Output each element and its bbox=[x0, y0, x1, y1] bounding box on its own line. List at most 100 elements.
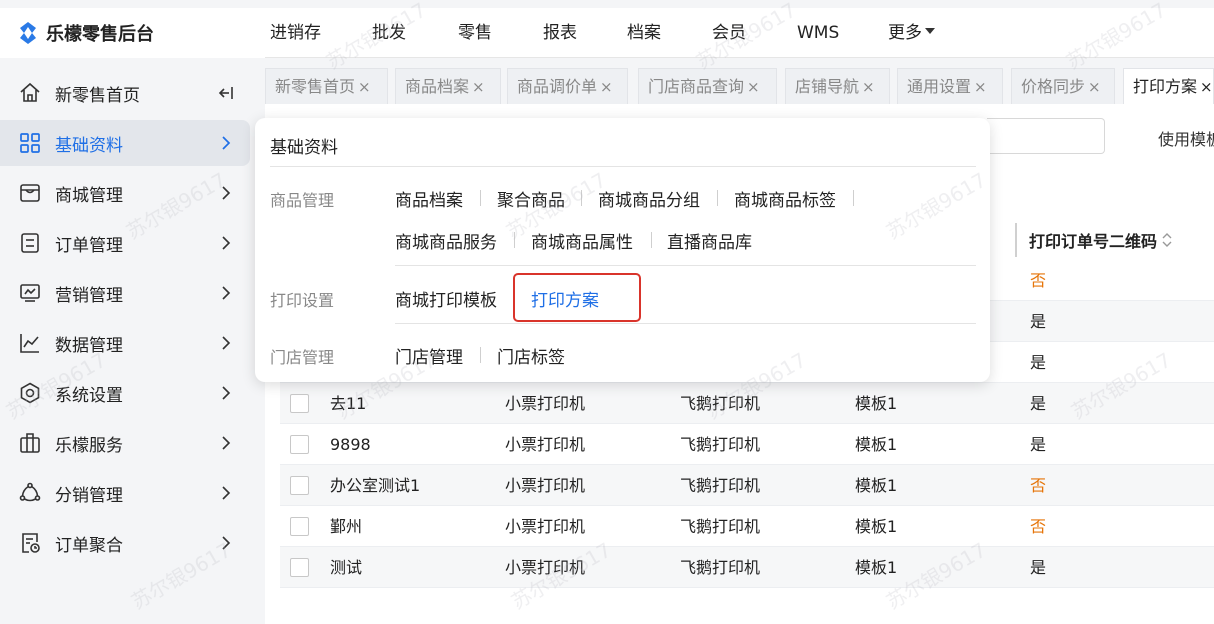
tab-label: 价格同步 bbox=[1021, 77, 1086, 96]
table-row[interactable]: 9898 小票打印机 飞鹅打印机 模板1 是 bbox=[280, 424, 1214, 465]
highlight-box bbox=[513, 273, 641, 322]
row-checkbox[interactable] bbox=[290, 435, 309, 454]
topnav-item-inventory[interactable]: 进销存 bbox=[270, 8, 321, 58]
row-checkbox[interactable] bbox=[290, 394, 309, 413]
panel-divider bbox=[395, 323, 976, 324]
close-icon[interactable]: × bbox=[747, 78, 760, 96]
menu-separator bbox=[581, 190, 582, 206]
menu-separator bbox=[480, 190, 481, 206]
close-icon[interactable]: × bbox=[1088, 78, 1101, 96]
close-icon[interactable]: × bbox=[600, 78, 613, 96]
column-header-qr[interactable]: 打印订单号二维码 bbox=[1015, 223, 1173, 257]
sidebar-label: 新零售首页 bbox=[55, 85, 140, 106]
order-icon bbox=[21, 233, 39, 253]
qr-cell: 否 bbox=[1030, 476, 1047, 495]
tab-price-sync[interactable]: 价格同步 × bbox=[1011, 68, 1115, 104]
chevron-right-icon bbox=[222, 186, 231, 200]
sidebar-item-mall[interactable]: 商城管理 bbox=[0, 170, 250, 216]
collapse-icon[interactable] bbox=[216, 83, 236, 103]
menu-separator bbox=[651, 232, 652, 248]
printer-cell: 飞鹅打印机 bbox=[680, 517, 761, 536]
group-label-store: 门店管理 bbox=[270, 348, 335, 367]
row-checkbox[interactable] bbox=[290, 558, 309, 577]
menu-item-mall-product-attribute[interactable]: 商城商品属性 bbox=[531, 228, 633, 253]
menu-item-aggregate-product[interactable]: 聚合商品 bbox=[497, 186, 565, 211]
tab-price-adjust[interactable]: 商品调价单 × bbox=[507, 68, 628, 104]
sidebar-label: 分销管理 bbox=[55, 485, 123, 506]
menu-item-store-management[interactable]: 门店管理 bbox=[395, 343, 463, 368]
sidebar-item-settings[interactable]: 系统设置 bbox=[0, 370, 250, 416]
tab-shop-navigation[interactable]: 店铺导航 × bbox=[785, 68, 890, 104]
menu-separator bbox=[717, 190, 718, 206]
menu-item-store-tag[interactable]: 门店标签 bbox=[497, 343, 565, 368]
home-icon bbox=[20, 82, 40, 102]
topnav-item-archives[interactable]: 档案 bbox=[627, 8, 661, 58]
sidebar-item-basic-data[interactable]: 基础资料 bbox=[0, 120, 250, 166]
search-input[interactable] bbox=[987, 118, 1105, 154]
sidebar-item-distribution[interactable]: 分销管理 bbox=[0, 470, 250, 516]
topnav-item-members[interactable]: 会员 bbox=[712, 8, 746, 58]
printer-cell: 飞鹅打印机 bbox=[680, 435, 761, 454]
close-icon[interactable]: × bbox=[974, 78, 987, 96]
menu-item-mall-print-template[interactable]: 商城打印模板 bbox=[395, 286, 497, 311]
settings-icon bbox=[20, 382, 40, 404]
close-icon[interactable]: × bbox=[358, 78, 371, 96]
tab-print-plan[interactable]: 打印方案 × bbox=[1123, 68, 1214, 104]
row-checkbox[interactable] bbox=[290, 517, 309, 536]
qr-cell: 是 bbox=[1030, 435, 1047, 454]
sidebar-item-service[interactable]: 乐檬服务 bbox=[0, 420, 250, 466]
close-icon[interactable]: × bbox=[1200, 78, 1213, 96]
sidebar-label: 数据管理 bbox=[55, 335, 123, 356]
sidebar-item-marketing[interactable]: 营销管理 bbox=[0, 270, 250, 316]
table-row[interactable]: 办公室测试1 小票打印机 飞鹅打印机 模板1 否 bbox=[280, 465, 1214, 506]
close-icon[interactable]: × bbox=[472, 78, 485, 96]
qr-cell: 是 bbox=[1030, 558, 1047, 577]
menu-item-mall-product-tag[interactable]: 商城商品标签 bbox=[734, 186, 836, 211]
topnav-item-more[interactable]: 更多 bbox=[888, 8, 935, 58]
use-template-button[interactable]: 使用模板 bbox=[1158, 126, 1214, 150]
close-icon[interactable]: × bbox=[862, 78, 875, 96]
menu-item-live-product-library[interactable]: 直播商品库 bbox=[667, 228, 752, 253]
grid-icon bbox=[20, 133, 40, 153]
logo-icon bbox=[20, 22, 36, 44]
menu-item-product-archive[interactable]: 商品档案 bbox=[395, 186, 463, 211]
qr-cell: 是 bbox=[1030, 394, 1047, 413]
tab-store-product-query[interactable]: 门店商品查询 × bbox=[638, 68, 777, 104]
chevron-right-icon bbox=[222, 236, 231, 250]
topnav-item-reports[interactable]: 报表 bbox=[543, 8, 577, 58]
row-checkbox[interactable] bbox=[290, 476, 309, 495]
service-icon bbox=[20, 433, 40, 453]
sidebar-item-data[interactable]: 数据管理 bbox=[0, 320, 250, 366]
chevron-right-icon bbox=[222, 436, 231, 450]
more-label: 更多 bbox=[888, 23, 922, 43]
topnav-item-wholesale[interactable]: 批发 bbox=[372, 8, 406, 58]
table-row[interactable]: 测试 小票打印机 飞鹅打印机 模板1 是 bbox=[280, 547, 1214, 588]
panel-title: 基础资料 bbox=[270, 138, 338, 158]
order-merge-icon bbox=[22, 533, 40, 553]
sidebar-label: 系统设置 bbox=[55, 385, 123, 406]
sidebar-item-home[interactable]: 新零售首页 bbox=[0, 70, 250, 116]
tab-product-archive[interactable]: 商品档案 × bbox=[395, 68, 501, 104]
menu-item-mall-product-group[interactable]: 商城商品分组 bbox=[598, 186, 700, 211]
tab-label: 通用设置 bbox=[907, 77, 972, 96]
logo-area[interactable]: 乐檬零售后台 bbox=[0, 8, 265, 58]
tab-label: 打印方案 bbox=[1133, 77, 1198, 96]
table-row[interactable]: 鄞州 小票打印机 飞鹅打印机 模板1 否 bbox=[280, 506, 1214, 547]
tab-label: 店铺导航 bbox=[795, 77, 860, 96]
template-cell: 模板1 bbox=[855, 558, 898, 577]
table-row[interactable]: 去11 小票打印机 飞鹅打印机 模板1 是 bbox=[280, 383, 1214, 424]
sort-icon[interactable] bbox=[1161, 232, 1173, 248]
menu-item-mall-product-service[interactable]: 商城商品服务 bbox=[395, 228, 497, 253]
plan-name-cell: 9898 bbox=[330, 435, 371, 454]
sidebar-label: 营销管理 bbox=[55, 285, 123, 306]
topnav-item-retail[interactable]: 零售 bbox=[458, 8, 492, 58]
tab-general-settings[interactable]: 通用设置 × bbox=[897, 68, 1003, 104]
qr-cell: 是 bbox=[1030, 312, 1047, 331]
template-cell: 模板1 bbox=[855, 517, 898, 536]
topnav-item-wms[interactable]: WMS bbox=[797, 8, 839, 58]
sidebar-item-orders[interactable]: 订单管理 bbox=[0, 220, 250, 266]
qr-cell: 否 bbox=[1030, 271, 1047, 290]
sidebar-item-order-merge[interactable]: 订单聚合 bbox=[0, 520, 250, 566]
tab-retail-home[interactable]: 新零售首页 × bbox=[265, 68, 388, 104]
group-label-print: 打印设置 bbox=[270, 291, 335, 310]
